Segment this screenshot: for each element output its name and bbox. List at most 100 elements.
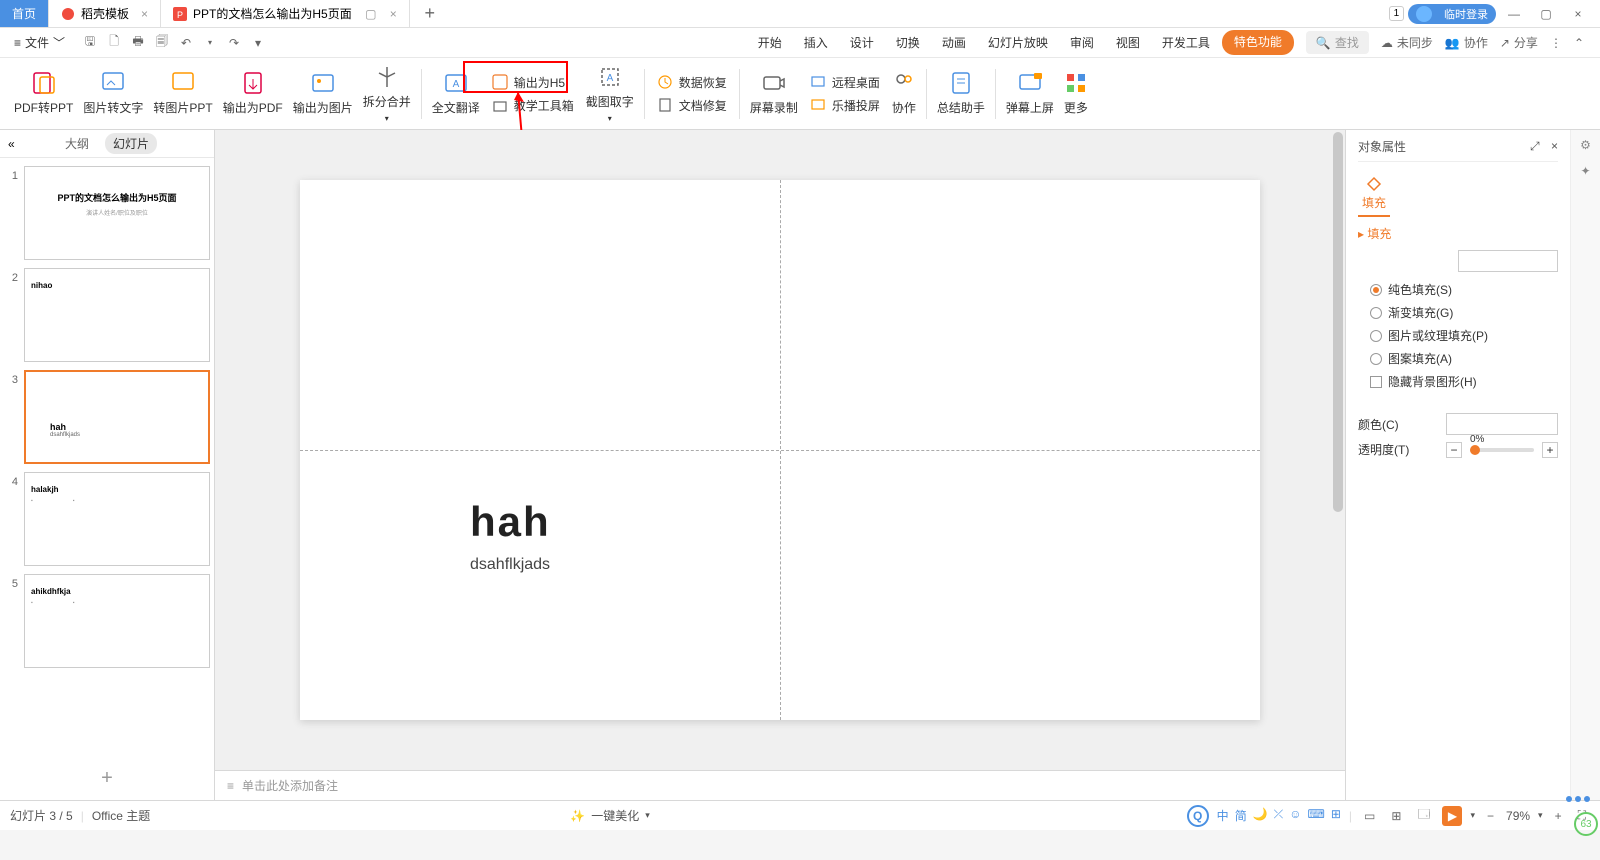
login-button[interactable]: • 临时登录 <box>1408 4 1496 24</box>
output-h5-button[interactable]: 输出为H5 <box>486 72 580 93</box>
menu-tab-transition[interactable]: 切换 <box>886 30 930 55</box>
normal-view-icon[interactable]: ▭ <box>1360 807 1379 825</box>
print-preview-button[interactable]: 🗐 <box>151 32 173 54</box>
close-icon[interactable]: × <box>141 7 148 21</box>
pic-to-ppt-button[interactable]: 转图片PPT <box>149 69 216 118</box>
reading-view-icon[interactable]: 🗔 <box>1413 803 1434 828</box>
sorter-view-icon[interactable]: ⊞ <box>1387 807 1405 825</box>
badge-63[interactable]: 63 <box>1574 812 1598 836</box>
search-input[interactable]: 🔍 查找 <box>1306 31 1369 54</box>
section-fill[interactable]: 填充 <box>1358 225 1558 242</box>
radio-gradient-fill[interactable]: 渐变填充(G) <box>1358 301 1558 324</box>
sync-status[interactable]: ☁未同步 <box>1381 34 1433 51</box>
maximize-button[interactable]: ▢ <box>1532 2 1560 26</box>
new-tab-button[interactable]: + <box>410 0 450 27</box>
summary-assistant-button[interactable]: 总结助手 <box>933 69 989 118</box>
remote-desktop-button[interactable]: 远程桌面 <box>804 72 886 93</box>
pdf-to-ppt-button[interactable]: PDF转PPT <box>10 69 77 118</box>
teach-toolbox-button[interactable]: 教学工具箱 <box>486 95 580 116</box>
screen-record-button[interactable]: 屏幕录制 <box>746 69 802 118</box>
tab-home[interactable]: 首页 <box>0 0 49 27</box>
undo-button[interactable]: ↶ <box>175 32 197 54</box>
slides-tab[interactable]: 幻灯片 <box>105 133 157 154</box>
more-menu[interactable]: ⋮ <box>1550 36 1562 50</box>
transparency-slider[interactable]: 0% <box>1470 448 1534 452</box>
notes-bar[interactable]: ≡ 单击此处添加备注 <box>215 770 1345 800</box>
pic-to-text-button[interactable]: 图片转文字 <box>79 69 147 118</box>
settings-icon[interactable]: ⚙ <box>1580 138 1591 152</box>
vertical-scrollbar[interactable] <box>1331 130 1345 770</box>
zoom-level[interactable]: 79% <box>1506 809 1530 823</box>
menu-tab-insert[interactable]: 插入 <box>794 30 838 55</box>
window-count-badge[interactable]: 1 <box>1389 6 1405 21</box>
undo-dropdown[interactable]: ▾ <box>199 32 221 54</box>
outline-tab[interactable]: 大纲 <box>57 133 97 154</box>
thumbnail-list[interactable]: 1 PPT的文档怎么输出为H5页面演讲人姓名/职位及职位 2 nihao 3 h… <box>0 158 214 757</box>
slideshow-button[interactable]: ▶ <box>1442 806 1462 826</box>
sparkle-icon[interactable]: ✦ <box>1580 164 1590 178</box>
add-slide-button[interactable]: + <box>0 757 214 800</box>
minus-button[interactable]: − <box>1446 442 1462 458</box>
assistant-icon[interactable]: Q <box>1187 805 1209 827</box>
floating-hint[interactable] <box>1566 796 1590 802</box>
output-image-button[interactable]: 输出为图片 <box>289 69 357 118</box>
slide-canvas[interactable]: hah dsahflkjads <box>215 130 1345 770</box>
doc-repair-button[interactable]: 文档修复 <box>651 95 733 116</box>
share-button[interactable]: ↗分享 <box>1500 34 1538 51</box>
thumbnail-item[interactable]: 1 PPT的文档怎么输出为H5页面演讲人姓名/职位及职位 <box>4 166 210 260</box>
slide[interactable]: hah dsahflkjads <box>300 180 1260 720</box>
data-recovery-button[interactable]: 数据恢复 <box>651 72 733 93</box>
close-icon[interactable]: × <box>390 7 397 21</box>
thumbnail-item[interactable]: 3 hahdsahflkjads <box>4 370 210 464</box>
lebo-cast-button[interactable]: 乐播投屏 <box>804 95 886 116</box>
minimize-button[interactable]: — <box>1500 2 1528 26</box>
collab-button[interactable]: 协作 <box>888 69 920 118</box>
collapse-ribbon[interactable]: ⌃ <box>1574 36 1584 50</box>
thumbnail-item[interactable]: 5 ahikdhfkja▪▪ <box>4 574 210 668</box>
slide-subtitle[interactable]: dsahflkjads <box>470 556 550 574</box>
chevron-down-icon[interactable]: ▾ <box>1538 810 1543 821</box>
zoom-out-button[interactable]: − <box>1483 807 1498 825</box>
plus-button[interactable]: + <box>1542 442 1558 458</box>
slide-title[interactable]: hah <box>470 498 551 546</box>
menu-tab-features[interactable]: 特色功能 <box>1222 30 1294 55</box>
save-as-button[interactable]: 🗋 <box>103 32 125 54</box>
zoom-in-button[interactable]: + <box>1551 807 1566 825</box>
more-button[interactable]: 更多 <box>1060 69 1092 118</box>
menu-tab-review[interactable]: 审阅 <box>1060 30 1104 55</box>
radio-solid-fill[interactable]: 纯色填充(S) <box>1358 278 1558 301</box>
print-button[interactable]: 🖶 <box>127 32 149 54</box>
tab-docer[interactable]: 稻壳模板 × <box>49 0 161 27</box>
color-picker[interactable] <box>1446 413 1558 435</box>
close-panel-icon[interactable]: × <box>1551 139 1558 153</box>
radio-picture-fill[interactable]: 图片或纹理填充(P) <box>1358 324 1558 347</box>
save-button[interactable]: 🖫 <box>79 32 101 54</box>
checkbox-hide-bg[interactable]: 隐藏背景图形(H) <box>1358 370 1558 393</box>
barrage-button[interactable]: 弹幕上屏 <box>1002 69 1058 118</box>
crop-text-button[interactable]: A截图取字▾ <box>582 63 638 125</box>
expand-icon[interactable]: ⤢ <box>1530 139 1540 153</box>
menu-tab-slideshow[interactable]: 幻灯片放映 <box>978 30 1058 55</box>
qat-overflow[interactable]: ▾ <box>247 32 269 54</box>
beautify-button[interactable]: ✨一键美化▾ <box>570 807 650 824</box>
presentation-mode-icon[interactable]: ▢ <box>364 7 378 21</box>
menu-tab-start[interactable]: 开始 <box>748 30 792 55</box>
output-pdf-button[interactable]: 输出为PDF <box>219 69 287 118</box>
collapse-panel-icon[interactable]: « <box>8 137 15 151</box>
menu-tab-design[interactable]: 设计 <box>840 30 884 55</box>
menu-tab-devtools[interactable]: 开发工具 <box>1152 30 1220 55</box>
radio-pattern-fill[interactable]: 图案填充(A) <box>1358 347 1558 370</box>
chevron-down-icon[interactable]: ▾ <box>1470 810 1475 821</box>
close-window-button[interactable]: × <box>1564 2 1592 26</box>
menu-tab-view[interactable]: 视图 <box>1106 30 1150 55</box>
menu-tab-animation[interactable]: 动画 <box>932 30 976 55</box>
tab-current-doc[interactable]: P PPT的文档怎么输出为H5页面 ▢ × <box>161 0 410 27</box>
split-merge-button[interactable]: 拆分合并▾ <box>359 63 415 125</box>
redo-button[interactable]: ↷ <box>223 32 245 54</box>
file-menu[interactable]: ≡ 文件 ﹀ <box>8 34 71 51</box>
ime-status[interactable]: 中简 🌙 ⤫☺ ⌨ ⊞ <box>1217 807 1341 824</box>
thumbnail-item[interactable]: 4 halakjh▪▪ <box>4 472 210 566</box>
fulltext-translate-button[interactable]: A全文翻译 <box>428 69 484 118</box>
fill-preset-select[interactable] <box>1458 250 1558 272</box>
thumbnail-item[interactable]: 2 nihao <box>4 268 210 362</box>
